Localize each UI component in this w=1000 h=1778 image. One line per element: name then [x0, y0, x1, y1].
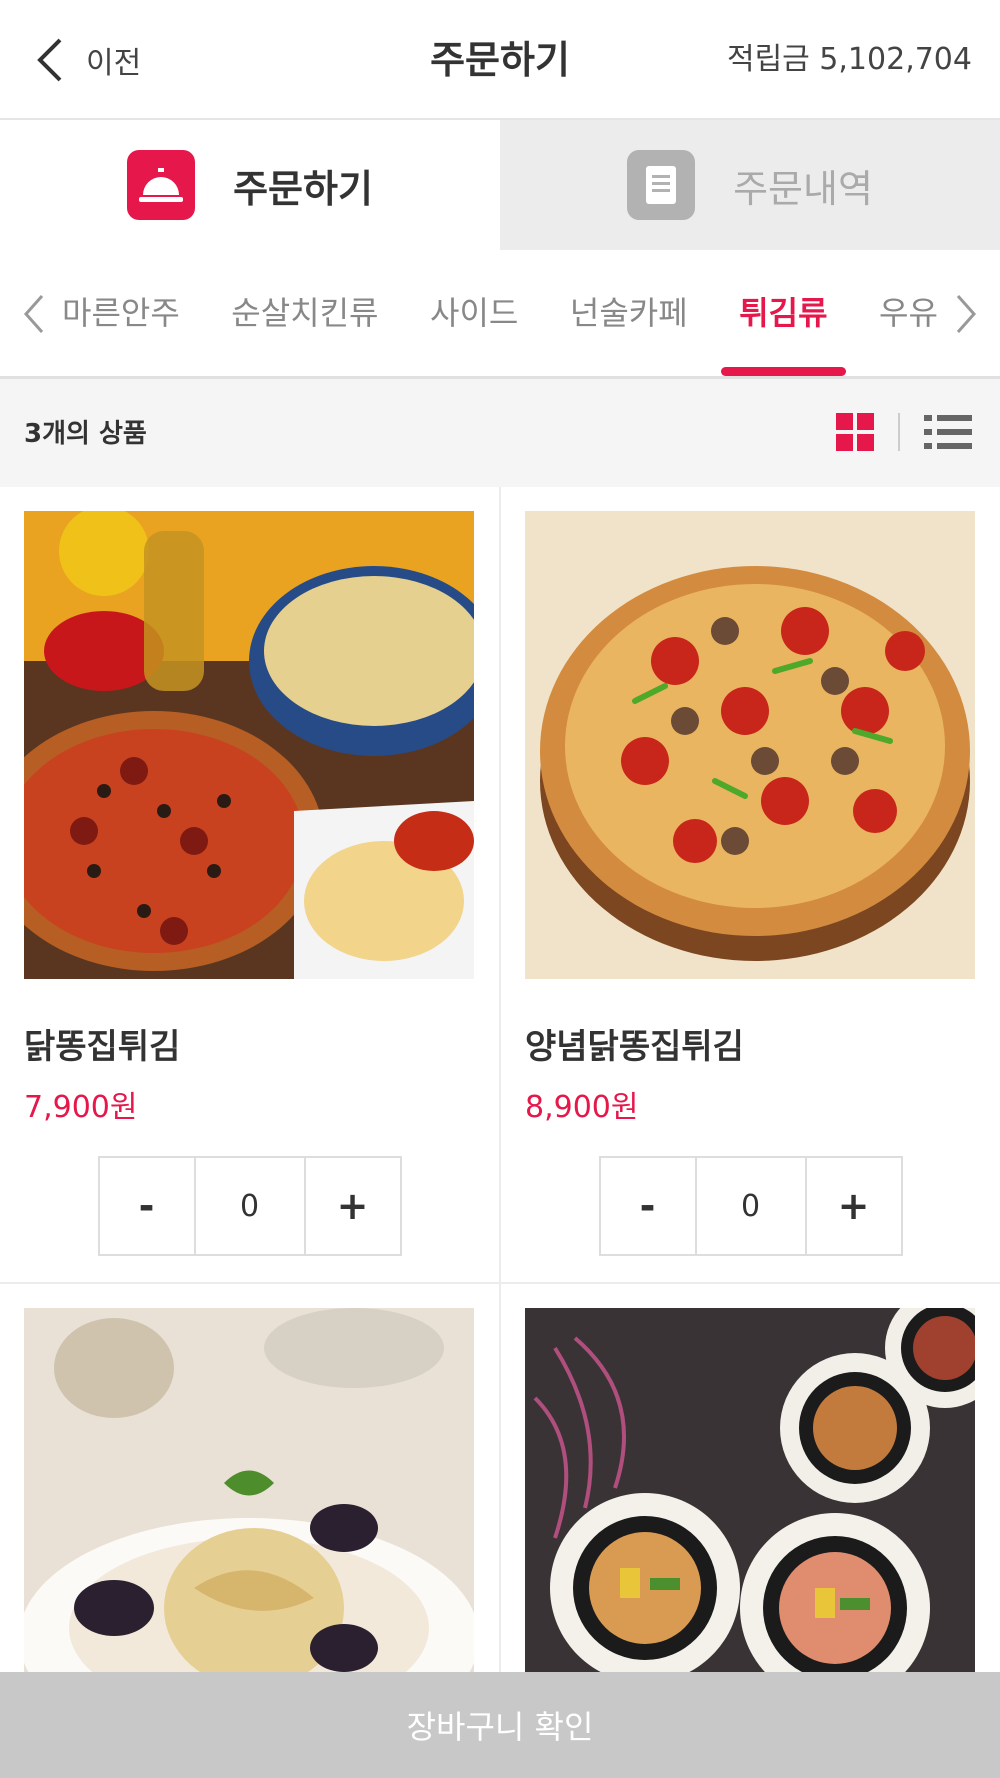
product-card[interactable]: 양념닭똥집튀김 8,900원 - 0 +: [501, 487, 1000, 1282]
tab-order-label: 주문하기: [233, 166, 373, 211]
quantity-stepper: - 0 +: [598, 1156, 903, 1256]
decrease-button[interactable]: -: [601, 1158, 695, 1254]
main-tabs: 주문하기 주문내역: [0, 120, 1000, 250]
category-nav: 마른안주 순살치킨류 사이드 넌술카페 튀김류 우유: [0, 250, 1000, 379]
product-grid: 닭똥집튀김 7,900원 - 0 + 양념닭똥집튀김 8,900원 - 0 +: [0, 487, 1000, 1708]
category-item[interactable]: 사이드: [430, 250, 518, 376]
increase-button[interactable]: +: [807, 1158, 901, 1254]
product-name: 닭똥집튀김: [24, 1027, 181, 1067]
tab-order[interactable]: 주문하기: [0, 120, 500, 250]
receipt-icon: [627, 150, 696, 220]
divider: [898, 413, 900, 451]
grid-view-icon[interactable]: [836, 413, 874, 451]
tab-order-history[interactable]: 주문내역: [500, 120, 1000, 250]
product-image-pizza-pasta[interactable]: [24, 511, 474, 979]
product-card[interactable]: [501, 1284, 1000, 1708]
service-bell-icon: [127, 150, 196, 220]
product-image-supreme-pizza[interactable]: [525, 511, 975, 979]
top-bar: 이전 주문하기 적립금 5,102,704: [0, 0, 1000, 120]
category-item-active[interactable]: 튀김류: [721, 250, 846, 376]
tab-order-history-label: 주문내역: [733, 166, 873, 211]
category-list: 마른안주 순살치킨류 사이드 넌술카페 튀김류 우유: [62, 250, 938, 376]
product-image-kimbap[interactable]: [525, 1308, 975, 1708]
category-item[interactable]: 마른안주: [62, 250, 180, 376]
product-card[interactable]: [0, 1284, 501, 1708]
chevron-left-icon[interactable]: [16, 286, 52, 342]
decrease-button[interactable]: -: [100, 1158, 194, 1254]
quantity-value[interactable]: 0: [694, 1158, 807, 1254]
cart-confirm-button[interactable]: 장바구니 확인: [0, 1672, 1000, 1778]
product-count: 3개의 상품: [24, 419, 147, 449]
product-price: 8,900원: [525, 1090, 639, 1125]
category-item[interactable]: 넌술카페: [570, 250, 688, 376]
product-name: 양념닭똥집튀김: [525, 1027, 744, 1067]
product-row: [0, 1284, 1000, 1708]
list-view-icon[interactable]: [924, 413, 972, 451]
quantity-stepper: - 0 +: [97, 1156, 402, 1256]
product-card[interactable]: 닭똥집튀김 7,900원 - 0 +: [0, 487, 501, 1282]
product-count-bar: 3개의 상품: [0, 379, 1000, 487]
product-row: 닭똥집튀김 7,900원 - 0 + 양념닭똥집튀김 8,900원 - 0 +: [0, 487, 1000, 1284]
category-item[interactable]: 우유: [879, 250, 938, 376]
category-item[interactable]: 순살치킨류: [231, 250, 378, 376]
increase-button[interactable]: +: [306, 1158, 400, 1254]
points-balance: 적립금 5,102,704: [726, 42, 972, 77]
product-price: 7,900원: [24, 1090, 138, 1125]
chevron-right-icon[interactable]: [948, 286, 984, 342]
view-toggle: [836, 413, 972, 451]
quantity-value[interactable]: 0: [193, 1158, 306, 1254]
product-image-seafood-pasta[interactable]: [24, 1308, 474, 1708]
